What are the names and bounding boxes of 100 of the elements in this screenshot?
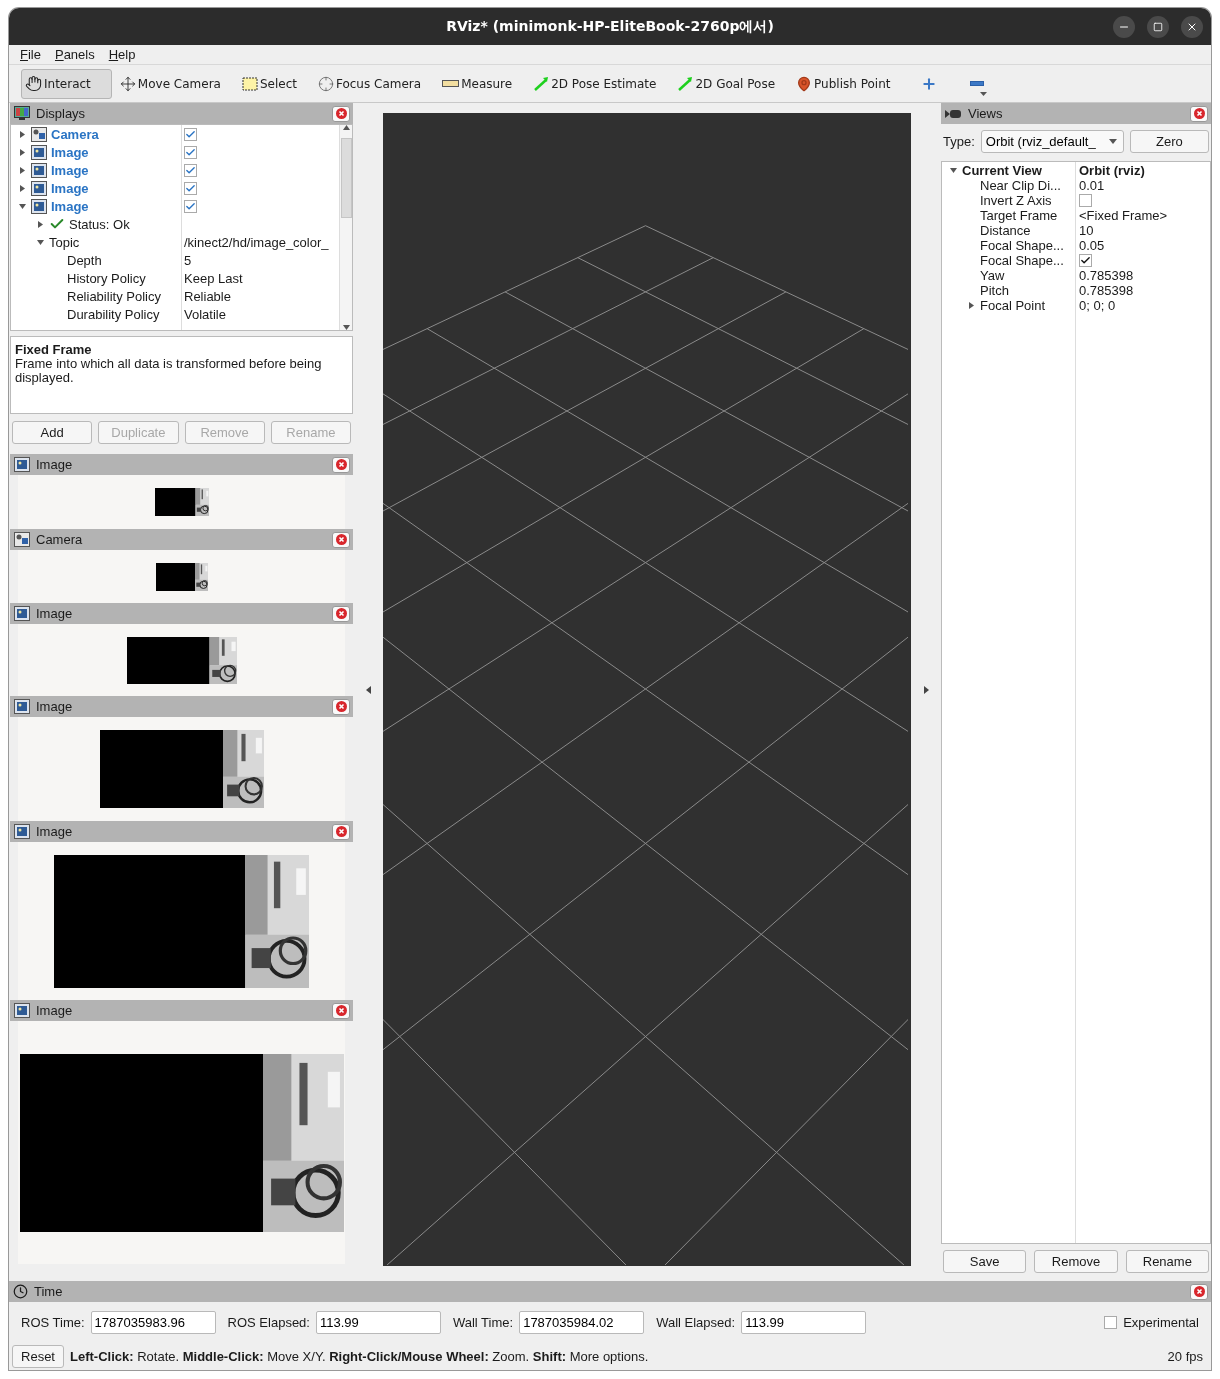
zero-button[interactable]: Zero bbox=[1129, 130, 1209, 153]
collapse-arrow-icon[interactable] bbox=[36, 238, 44, 246]
field-label: ROS Elapsed: bbox=[227, 1314, 310, 1330]
field-label: Wall Time: bbox=[452, 1314, 514, 1330]
status-hint: Left-Click: Rotate. Middle-Click: Move X/Y. Right-Click/Mouse Wheel: Zoom. Shift: More options. bbox=[70, 1348, 650, 1364]
tree-label[interactable]: Image bbox=[51, 180, 89, 196]
panel-title: Image bbox=[36, 699, 74, 714]
tree-label: Focal Shape... bbox=[980, 238, 1064, 253]
expand-arrow-icon[interactable] bbox=[18, 166, 26, 174]
checkbox[interactable] bbox=[184, 181, 197, 195]
tree-label: Near Clip Di... bbox=[980, 178, 1061, 193]
time-field[interactable]: 113.99 bbox=[741, 1310, 867, 1334]
image-icon bbox=[31, 162, 47, 178]
expand-arrow-icon[interactable] bbox=[36, 220, 44, 228]
close-icon bbox=[335, 108, 347, 119]
checkbox[interactable] bbox=[1079, 254, 1092, 267]
property-value: 0.05 bbox=[1078, 238, 1105, 253]
minimize-button[interactable] bbox=[1113, 16, 1135, 38]
checkbox-label: Experimental bbox=[1123, 1314, 1199, 1330]
tree-label[interactable]: Image bbox=[51, 162, 89, 178]
checkbox[interactable] bbox=[184, 127, 197, 141]
scroll-down-icon[interactable] bbox=[342, 325, 350, 330]
menu-item[interactable]: Help bbox=[108, 47, 136, 62]
collapse-arrow-icon[interactable] bbox=[18, 202, 26, 210]
scrollbar[interactable] bbox=[339, 125, 352, 330]
tool-button[interactable]: Move Camera bbox=[115, 68, 234, 99]
menu-item[interactable]: Panels bbox=[54, 47, 95, 62]
panel-button[interactable]: Rename bbox=[1125, 1250, 1209, 1273]
collapse-left-icon[interactable] bbox=[365, 685, 371, 694]
panel-title: Camera bbox=[36, 532, 84, 547]
image-icon bbox=[14, 824, 30, 839]
image-icon bbox=[14, 606, 30, 621]
checkbox[interactable] bbox=[184, 163, 197, 177]
tool-button[interactable]: 2D Pose Estimate bbox=[529, 68, 670, 99]
tool-button[interactable]: Interact bbox=[21, 68, 112, 99]
tool-button[interactable]: Publish Point bbox=[792, 68, 904, 99]
image-icon bbox=[14, 1003, 30, 1018]
panel-title: Image bbox=[36, 457, 74, 472]
expand-arrow-icon[interactable] bbox=[18, 130, 26, 138]
expand-arrow-icon[interactable] bbox=[967, 302, 975, 309]
check-icon bbox=[185, 146, 196, 158]
close-icon bbox=[335, 701, 347, 712]
caret-icon bbox=[1108, 139, 1117, 144]
expand-arrow-icon[interactable] bbox=[18, 148, 26, 156]
checkbox[interactable] bbox=[184, 145, 197, 159]
checkbox[interactable] bbox=[1104, 1315, 1118, 1329]
property-value: <Fixed Frame> bbox=[1078, 208, 1168, 223]
window-title: RViz* (minimonk-HP-EliteBook-2760p에서) bbox=[446, 17, 774, 36]
clock-icon bbox=[13, 1284, 28, 1299]
property-value: 10 bbox=[1078, 223, 1094, 238]
panel-button[interactable]: Remove bbox=[1034, 1250, 1118, 1273]
checkbox[interactable] bbox=[184, 199, 197, 213]
collapse-right-icon[interactable] bbox=[923, 685, 929, 694]
time-field[interactable]: 1787035984.02 bbox=[519, 1310, 645, 1334]
tree-label[interactable]: Image bbox=[51, 198, 89, 214]
reset-button[interactable]: Reset bbox=[12, 1344, 64, 1368]
close-icon bbox=[335, 459, 347, 470]
tree-label[interactable]: Image bbox=[51, 144, 89, 160]
move-icon bbox=[119, 75, 136, 92]
close-icon bbox=[335, 826, 347, 837]
close-button[interactable] bbox=[1181, 16, 1203, 38]
collapse-arrow-icon[interactable] bbox=[949, 167, 957, 174]
panel-title: Image bbox=[36, 824, 74, 839]
property-value: /kinect2/hd/image_color_ bbox=[183, 234, 329, 250]
tree-label: Pitch bbox=[980, 283, 1009, 298]
property-value: Volatile bbox=[183, 306, 226, 322]
check-icon bbox=[185, 128, 196, 140]
property-value: Orbit (rviz) bbox=[1078, 163, 1145, 178]
panel-button[interactable]: Save bbox=[943, 1250, 1027, 1273]
field-label: Wall Elapsed: bbox=[656, 1314, 736, 1330]
caret-icon bbox=[980, 91, 988, 96]
time-field[interactable]: 113.99 bbox=[315, 1310, 441, 1334]
tool-button[interactable]: Select bbox=[237, 68, 310, 99]
tree-label: Reliability Policy bbox=[67, 288, 161, 304]
property-value: 0.01 bbox=[1078, 178, 1105, 193]
panel-title: Displays bbox=[36, 106, 87, 121]
panel-title: Image bbox=[36, 606, 74, 621]
help-text: Frame into which all data is transformed before being displayed. bbox=[15, 357, 323, 385]
tree-label[interactable]: Current View bbox=[962, 163, 1042, 178]
tree-label: Focal Point bbox=[980, 298, 1046, 313]
tool-button[interactable]: Focus Camera bbox=[313, 68, 435, 99]
time-field[interactable]: 1787035983.96 bbox=[90, 1310, 216, 1334]
camera-icon bbox=[31, 126, 47, 142]
maximize-button[interactable] bbox=[1147, 16, 1169, 38]
close-icon bbox=[335, 1005, 347, 1016]
panel-title: Image bbox=[36, 1003, 74, 1018]
checkbox[interactable] bbox=[1079, 194, 1092, 207]
tool-button[interactable]: Measure bbox=[438, 68, 526, 99]
tree-label[interactable]: Camera bbox=[51, 126, 99, 142]
monitor-icon bbox=[14, 106, 30, 121]
tool-button[interactable]: 2D Goal Pose bbox=[673, 68, 789, 99]
expand-arrow-icon[interactable] bbox=[18, 184, 26, 192]
property-value: Keep Last bbox=[183, 270, 243, 286]
check-icon bbox=[1080, 255, 1091, 266]
menu-item[interactable]: File bbox=[20, 47, 41, 62]
close-icon bbox=[1193, 1286, 1205, 1297]
panel-button[interactable]: Add bbox=[12, 421, 93, 444]
type-dropdown[interactable]: Orbit (rviz_default_ bbox=[980, 130, 1124, 153]
image-icon bbox=[14, 457, 30, 472]
tree-label: Topic bbox=[49, 234, 80, 250]
